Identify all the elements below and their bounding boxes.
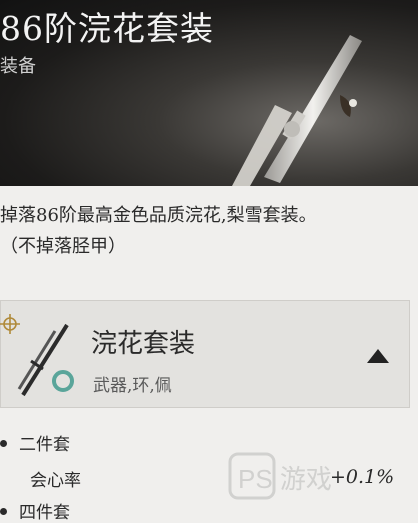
drop-description-line2: （不掉落胫甲） bbox=[0, 236, 126, 257]
set-slots: 武器,环,佩 bbox=[93, 376, 172, 396]
sword-artwork bbox=[232, 35, 362, 186]
item-title: 86阶浣花套装 bbox=[0, 9, 214, 48]
bonus-two-piece: 二件套 bbox=[0, 430, 70, 455]
item-category: 装备 bbox=[0, 56, 36, 77]
set-name: 浣花套装 bbox=[91, 329, 196, 359]
bullet-icon bbox=[0, 508, 7, 515]
crit-rate-label: 会心率 bbox=[30, 471, 81, 491]
bullet-icon bbox=[0, 440, 7, 447]
bonus-two-piece-label: 二件套 bbox=[19, 435, 70, 455]
bonus-four-piece-label: 四件套 bbox=[19, 503, 70, 523]
set-card[interactable]: 浣花套装 武器,环,佩 bbox=[0, 300, 410, 408]
drop-description-line1: 掉落86阶最高金色品质浣花,梨雪套装。 bbox=[0, 205, 317, 226]
collapse-arrow-icon[interactable] bbox=[365, 347, 391, 367]
watermark-text: PS 游戏 bbox=[238, 464, 332, 494]
site-watermark: PS 游戏 bbox=[228, 452, 332, 500]
drop-description: 掉落86阶最高金色品质浣花,梨雪套装。 （不掉落胫甲） bbox=[0, 200, 418, 262]
item-banner: 86阶浣花套装 装备 bbox=[0, 0, 418, 186]
set-icon bbox=[17, 323, 74, 397]
bonus-four-piece: 四件套 bbox=[0, 498, 70, 523]
